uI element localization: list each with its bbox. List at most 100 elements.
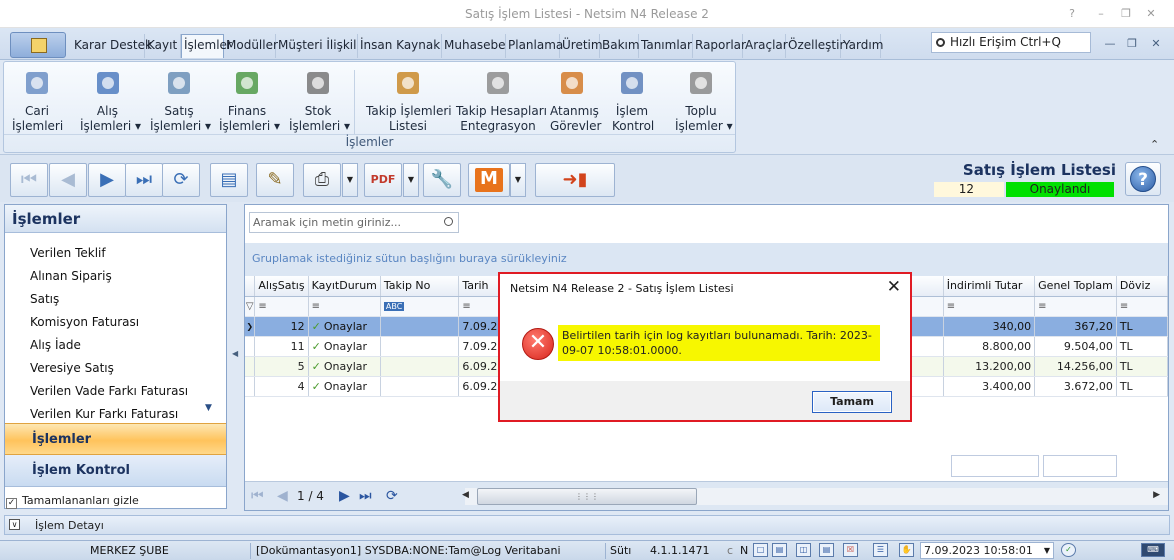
ribbon-button-7[interactable]: Takip Hesapları Entegrasyon [456, 68, 547, 134]
cell-takip-no[interactable] [380, 356, 460, 377]
ok-button[interactable]: Tamam [812, 391, 892, 413]
mdi-close-button[interactable]: ✕ [1146, 37, 1166, 50]
previous-record-button[interactable]: ◀ [49, 163, 87, 197]
ribbon-button-6[interactable]: Takip İşlemleri Listesi [366, 68, 452, 134]
tab-9[interactable]: Üretim [560, 34, 603, 58]
preview-button[interactable]: ▤ [210, 163, 248, 197]
quick-access-search[interactable]: Hızlı Erişim Ctrl+Q [931, 32, 1091, 53]
expand-detail-icon[interactable]: ∨ [9, 519, 20, 530]
tab-15[interactable]: Yardım [841, 34, 883, 58]
last-record-button[interactable]: ⏭ [125, 163, 163, 197]
ribbon-button-4[interactable]: Finans İşlemleri ▾ [219, 68, 280, 134]
ribbon-button-3[interactable]: Satış İşlemleri ▾ [150, 68, 211, 134]
nav-item[interactable]: Satış [30, 292, 59, 306]
column-header[interactable]: AlışSatış [254, 276, 309, 297]
pager-first-icon[interactable]: ⏮ [251, 487, 264, 505]
ribbon-button-2[interactable]: Alış İşlemleri ▾ [80, 68, 141, 134]
help-window-icon[interactable]: ? [1057, 4, 1087, 24]
cell-genel-toplam[interactable]: 3.672,00 [1034, 376, 1117, 397]
tab-6[interactable]: İnsan Kaynakl [358, 34, 442, 58]
m-module-dropdown-arrow[interactable]: ▼ [510, 163, 526, 197]
tab-4[interactable]: Modüller [224, 34, 278, 58]
tab-11[interactable]: Tanımlar [639, 34, 693, 58]
cell-takip-no[interactable] [380, 336, 460, 357]
detail-panel-bar[interactable]: ∨ İşlem Detayı [4, 515, 1170, 535]
cell-takip-no[interactable] [380, 316, 460, 337]
pager-next-icon[interactable]: ▶ [339, 487, 350, 505]
nav-section-islem-kontrol[interactable]: İşlem Kontrol [5, 455, 226, 487]
nav-item[interactable]: Verilen Kur Farkı Faturası [30, 407, 178, 421]
close-all-icon[interactable]: ☒ [843, 543, 858, 557]
filter-cell[interactable]: ABC [380, 296, 460, 317]
next-record-button[interactable]: ▶ [88, 163, 126, 197]
cell-indirimli-tutar[interactable]: 340,00 [943, 316, 1036, 337]
export-button[interactable]: PDF [364, 163, 402, 197]
nav-scroll-down-icon[interactable]: ▼ [205, 403, 212, 413]
window-icon[interactable]: □ [753, 543, 768, 557]
tab-10[interactable]: Bakım [600, 34, 640, 58]
cell-doviz[interactable]: TL [1116, 356, 1169, 377]
cascade-icon[interactable]: ▤ [772, 543, 787, 557]
column-header[interactable]: KayıtDurum [308, 276, 381, 297]
settings-button[interactable]: 🔧 [423, 163, 461, 197]
cell-kayit-durum[interactable]: ✓ Onaylar [308, 376, 381, 397]
collapse-ribbon-icon[interactable]: ⌃ [1150, 138, 1159, 151]
ribbon-button-8[interactable]: Atanmış Görevler [550, 68, 601, 134]
m-module-button[interactable]: M [468, 163, 510, 197]
column-header[interactable]: İndirimli Tutar [943, 276, 1036, 297]
list-icon[interactable]: ☰ [873, 543, 888, 557]
print-dropdown-arrow[interactable]: ▼ [342, 163, 358, 197]
filter-cell[interactable]: ≡ [1116, 296, 1169, 317]
ribbon-button-5[interactable]: Stok İşlemleri ▾ [289, 68, 350, 134]
pager-refresh-icon[interactable]: ⟳ [386, 487, 398, 505]
nav-section-islemler[interactable]: İşlemler [5, 423, 226, 455]
cell-genel-toplam[interactable]: 9.504,00 [1034, 336, 1117, 357]
tab-3[interactable]: İşlemler [181, 34, 232, 58]
pager-previous-icon[interactable]: ◀ [277, 487, 288, 505]
hand-icon[interactable]: ✋ [899, 543, 914, 557]
refresh-button[interactable]: ⟳ [162, 163, 200, 197]
export-dropdown-arrow[interactable]: ▼ [403, 163, 419, 197]
panel-splitter[interactable]: ◀ [230, 204, 241, 509]
ribbon-button-9[interactable]: İşlem Kontrol [612, 68, 654, 134]
nav-item[interactable]: Komisyon Faturası [30, 315, 139, 329]
cell-kayit-durum[interactable]: ✓ Onaylar [308, 356, 381, 377]
cell-doviz[interactable]: TL [1116, 376, 1169, 397]
tab-12[interactable]: Raporlar [693, 34, 746, 58]
nav-item[interactable]: Verilen Vade Farkı Faturası [30, 384, 188, 398]
horizontal-scrollbar[interactable]: ◀ ⋮⋮⋮ ▶ [462, 488, 1168, 505]
cell-indirimli-tutar[interactable]: 3.400,00 [943, 376, 1036, 397]
edit-button[interactable]: ✎ [256, 163, 294, 197]
scroll-left-icon[interactable]: ◀ [462, 490, 469, 500]
cell-alis-satis[interactable]: 11 [254, 336, 309, 357]
cell-kayit-durum[interactable]: ✓ Onaylar [308, 316, 381, 337]
ribbon-button-1[interactable]: Cari İşlemleri [12, 68, 63, 134]
cell-kayit-durum[interactable]: ✓ Onaylar [308, 336, 381, 357]
tab-14[interactable]: Özelleştir [786, 34, 844, 58]
tile-vertical-icon[interactable]: ◫ [796, 543, 811, 557]
dialog-close-icon[interactable]: ✕ [887, 277, 901, 297]
print-button[interactable]: ⎙ [303, 163, 341, 197]
cell-indirimli-tutar[interactable]: 13.200,00 [943, 356, 1036, 377]
filter-funnel-icon[interactable]: ▽ [245, 296, 256, 317]
close-window-button[interactable]: ✕ [1136, 4, 1166, 24]
first-record-button[interactable]: ⏮ [10, 163, 48, 197]
grid-search-input[interactable]: Aramak için metin giriniz... [249, 212, 459, 233]
tile-horizontal-icon[interactable]: ▤ [819, 543, 834, 557]
mdi-minimize-button[interactable]: — [1100, 37, 1120, 50]
ribbon-button-10[interactable]: Toplu İşlemler ▾ [675, 68, 733, 134]
column-header[interactable]: Genel Toplam [1034, 276, 1117, 297]
cell-doviz[interactable]: TL [1116, 316, 1169, 337]
exit-button[interactable]: ➜▮ [535, 163, 615, 197]
scroll-thumb[interactable]: ⋮⋮⋮ [477, 488, 697, 505]
nav-item[interactable]: Alınan Sipariş [30, 269, 112, 283]
tab-5[interactable]: Müşteri İlişkile [276, 34, 358, 58]
scroll-right-icon[interactable]: ▶ [1153, 490, 1160, 500]
column-header[interactable]: Döviz [1116, 276, 1169, 297]
cell-indirimli-tutar[interactable]: 8.800,00 [943, 336, 1036, 357]
mdi-restore-button[interactable]: ❐ [1122, 37, 1142, 50]
pager-last-icon[interactable]: ⏭ [359, 487, 372, 505]
tab-1[interactable]: Karar Destek [72, 34, 152, 58]
filter-cell[interactable]: ≡ [943, 296, 1036, 317]
tab-2[interactable]: Kayıt [145, 34, 181, 58]
